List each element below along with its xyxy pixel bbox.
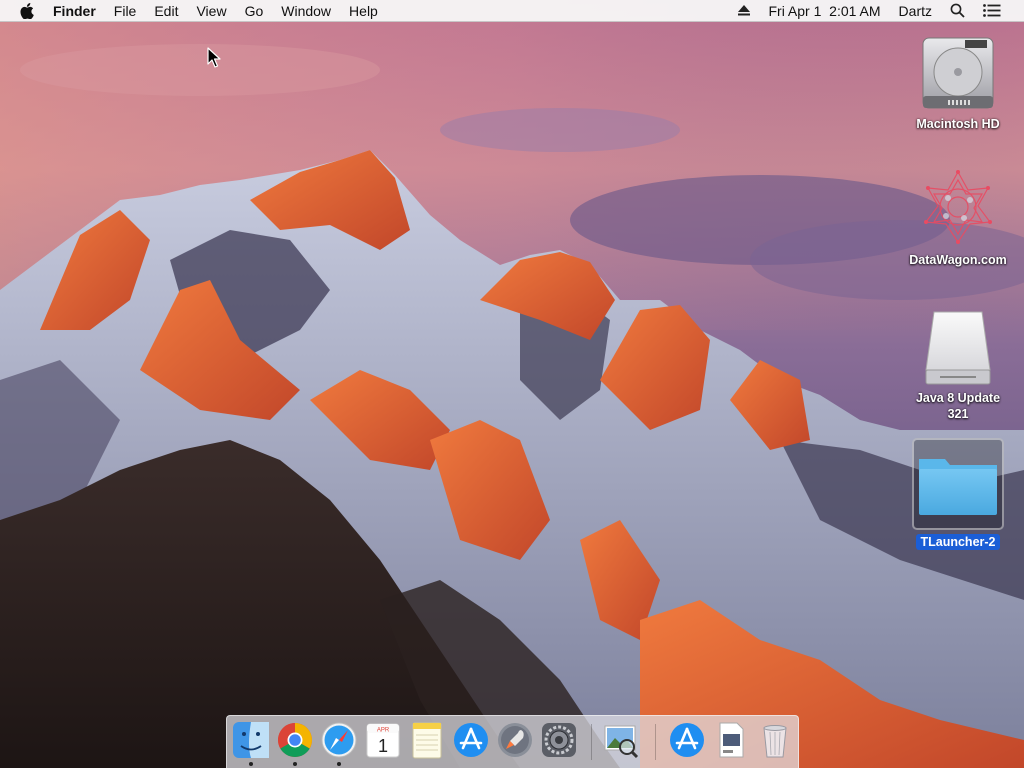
app-store-icon <box>454 723 488 757</box>
menu-user[interactable]: Dartz <box>890 0 941 22</box>
dock-item-preview[interactable] <box>601 720 641 760</box>
running-indicator <box>249 762 253 766</box>
dock-separator <box>591 724 592 760</box>
dock-item-safari[interactable] <box>319 720 359 766</box>
mouse-cursor-icon <box>207 47 221 68</box>
dock-item-app-store-downloads[interactable] <box>667 720 707 760</box>
network-share-icon <box>918 168 998 248</box>
menu-clock[interactable]: Fri Apr 1 2:01 AM <box>759 0 889 22</box>
dock-item-launchpad[interactable] <box>495 720 535 760</box>
dock-item-system-preferences[interactable] <box>539 720 579 760</box>
calendar-icon: APR 1 <box>366 723 400 758</box>
dock-item-trash[interactable] <box>755 720 795 760</box>
menu-edit[interactable]: Edit <box>145 0 187 22</box>
hard-drive-icon <box>918 32 998 112</box>
trash-icon <box>763 725 787 758</box>
dock-item-app-store[interactable] <box>451 720 491 760</box>
desktop-icon-label: Java 8 Update 321 <box>915 391 1001 421</box>
desktop-icon-label: DataWagon.com <box>909 253 1007 267</box>
desktop-wallpaper <box>0 0 1024 768</box>
menu-bar: Finder File Edit View Go Window Help Fri… <box>0 0 1024 22</box>
calendar-month: APR <box>377 728 390 734</box>
menu-window[interactable]: Window <box>272 0 340 22</box>
notes-icon <box>412 722 442 759</box>
menu-file[interactable]: File <box>105 0 146 22</box>
dock-item-chrome[interactable] <box>275 720 315 766</box>
notification-center-icon[interactable] <box>974 0 1010 22</box>
running-indicator <box>337 762 341 766</box>
external-drive-icon <box>918 306 998 386</box>
dock-item-calendar[interactable]: APR 1 <box>363 720 403 760</box>
dock: APR 1 <box>226 715 799 768</box>
spotlight-search-icon[interactable] <box>941 0 974 22</box>
desktop-icon-label: Macintosh HD <box>916 117 1000 131</box>
system-preferences-icon <box>542 723 576 757</box>
menu-go[interactable]: Go <box>236 0 273 22</box>
dock-item-finder[interactable] <box>231 720 271 766</box>
apple-icon[interactable] <box>0 0 44 22</box>
folder-icon <box>912 438 1004 530</box>
safari-icon <box>321 722 357 758</box>
dock-item-notes[interactable] <box>407 720 447 760</box>
desktop-icon-macintosh-hd[interactable]: Macintosh HD <box>903 32 1013 132</box>
running-indicator <box>293 762 297 766</box>
menu-view[interactable]: View <box>187 0 235 22</box>
chrome-icon <box>278 723 312 757</box>
calendar-day: 1 <box>378 736 388 756</box>
png-document-icon <box>719 722 744 758</box>
menu-help[interactable]: Help <box>340 0 387 22</box>
launchpad-icon <box>498 723 532 757</box>
desktop-icon-java-8-update-321[interactable]: Java 8 Update 321 <box>903 306 1013 422</box>
dock-separator <box>655 724 656 760</box>
app-store-folder-icon <box>670 723 704 757</box>
eject-icon[interactable] <box>729 0 759 22</box>
finder-icon <box>233 722 269 758</box>
preview-icon <box>604 725 639 759</box>
desktop-icon-datawagon[interactable]: DataWagon.com <box>903 168 1013 268</box>
dock-item-document[interactable] <box>711 720 751 760</box>
menu-app-finder[interactable]: Finder <box>44 0 105 22</box>
desktop-icon-tlauncher-2[interactable]: TLauncher-2 <box>903 438 1013 550</box>
desktop-icon-label: TLauncher-2 <box>916 534 1000 550</box>
